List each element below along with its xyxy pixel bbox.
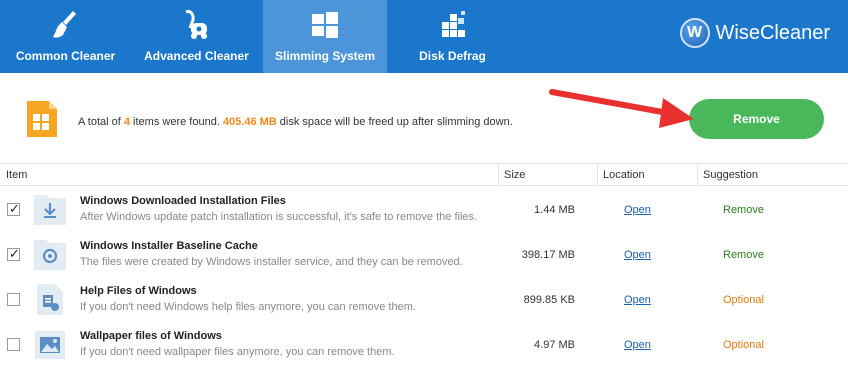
download-icon <box>34 195 66 225</box>
open-location-link[interactable]: Open <box>624 339 651 351</box>
table-header: Item Size Location Suggestion <box>0 163 848 186</box>
header-location[interactable]: Location <box>597 164 645 186</box>
row-checkbox[interactable] <box>7 338 20 351</box>
row-size: 4.97 MB <box>534 339 575 351</box>
disk-defrag-label: Disk Defrag <box>419 49 486 63</box>
defrag-icon <box>441 11 465 37</box>
header-item[interactable]: Item <box>0 164 27 186</box>
common-cleaner-button[interactable]: Common Cleaner <box>0 0 131 73</box>
freed-size: 405.46 MB <box>222 116 277 128</box>
vacuum-icon <box>184 10 207 39</box>
wallpaper-icon <box>35 331 65 359</box>
advanced-cleaner-button[interactable]: Advanced Cleaner <box>131 0 262 73</box>
summary-text: A total of 4 items were found. 405.46 MB… <box>78 116 513 128</box>
disk-defrag-button[interactable]: Disk Defrag <box>387 0 518 73</box>
table-row: ✓ Windows Downloaded Installation Files … <box>0 187 848 232</box>
row-suggestion: Remove <box>723 204 764 216</box>
table-row: ✓ Windows Installer Baseline Cache The f… <box>0 232 848 277</box>
row-suggestion: Optional <box>723 339 764 351</box>
slimming-system-button[interactable]: Slimming System <box>263 0 387 73</box>
header-suggestion[interactable]: Suggestion <box>697 164 758 186</box>
advanced-cleaner-label: Advanced Cleaner <box>144 49 249 63</box>
table-row: Wallpaper files of Windows If you don't … <box>0 322 848 367</box>
slimming-document-icon <box>27 101 57 137</box>
header-size[interactable]: Size <box>498 164 525 186</box>
open-location-link[interactable]: Open <box>624 249 651 261</box>
row-description: The files were created by Windows instal… <box>80 256 463 268</box>
row-description: If you don't need Windows help files any… <box>80 301 416 313</box>
table-row: Help Files of Windows If you don't need … <box>0 277 848 322</box>
row-suggestion: Optional <box>723 294 764 306</box>
open-location-link[interactable]: Open <box>624 204 651 216</box>
row-size: 398.17 MB <box>521 249 575 261</box>
row-description: After Windows update patch installation … <box>80 211 478 223</box>
row-description: If you don't need wallpaper files anymor… <box>80 346 395 358</box>
open-location-link[interactable]: Open <box>624 294 651 306</box>
remove-button[interactable]: Remove <box>689 99 824 139</box>
row-checkbox[interactable]: ✓ <box>7 246 20 261</box>
row-size: 1.44 MB <box>534 204 575 216</box>
brand-logo: W WiseCleaner <box>679 17 830 49</box>
top-toolbar: Common Cleaner Advanced Cleaner Slimming… <box>0 0 848 73</box>
common-cleaner-label: Common Cleaner <box>15 49 116 63</box>
help-file-icon <box>37 284 63 315</box>
row-size: 899.85 KB <box>523 294 575 306</box>
installer-icon <box>34 240 66 270</box>
wisecleaner-logo-icon: W <box>679 18 710 48</box>
row-title: Windows Installer Baseline Cache <box>80 240 258 252</box>
summary-suffix: disk space will be freed up after slimmi… <box>276 116 513 128</box>
row-title: Windows Downloaded Installation Files <box>80 195 286 207</box>
broom-icon <box>52 11 76 38</box>
row-checkbox[interactable]: ✓ <box>7 201 20 216</box>
windows-icon <box>312 12 338 38</box>
summary-middle: items were found. <box>130 116 223 128</box>
row-title: Help Files of Windows <box>80 285 197 297</box>
slimming-system-label: Slimming System <box>274 49 376 63</box>
summary-prefix: A total of <box>78 116 124 128</box>
row-title: Wallpaper files of Windows <box>80 330 222 342</box>
row-suggestion: Remove <box>723 249 764 261</box>
brand-name: WiseCleaner <box>715 21 830 44</box>
row-checkbox[interactable] <box>7 293 20 306</box>
